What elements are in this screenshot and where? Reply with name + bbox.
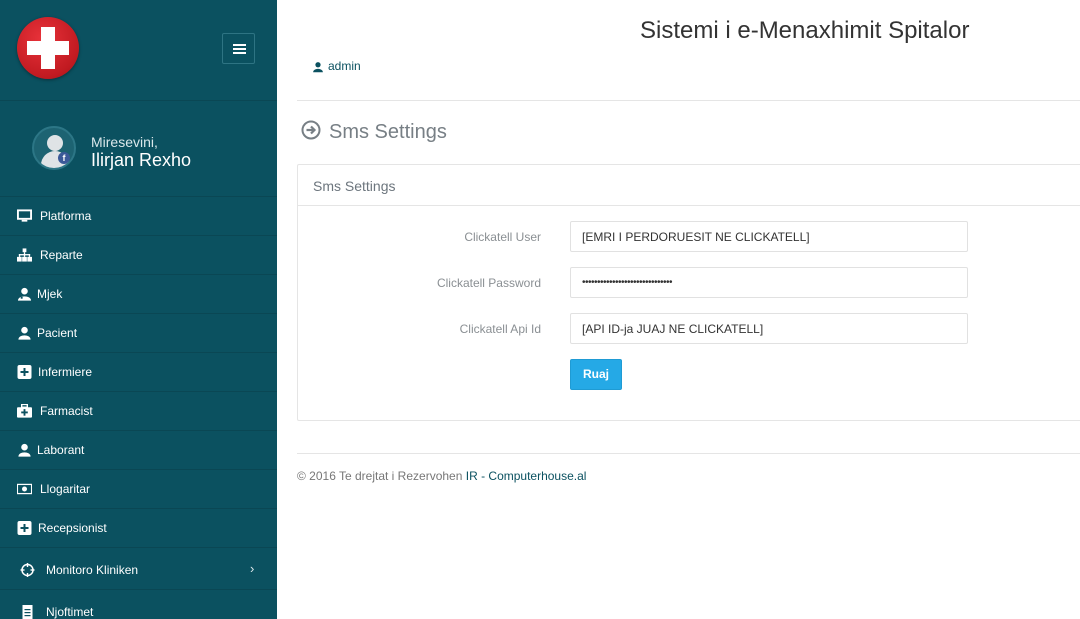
user-name: Ilirjan Rexho	[91, 150, 192, 170]
admin-label: admin	[328, 59, 361, 73]
save-button[interactable]: Ruaj	[570, 359, 622, 390]
admin-user-link[interactable]: admin	[312, 59, 361, 73]
chevron-right-icon: ›	[250, 561, 255, 576]
divider	[297, 100, 1080, 101]
sidebar-item-label: Laborant	[37, 443, 85, 457]
clickatell-user-input[interactable]: [EMRI I PERDORUESIT NE CLICKATELL]	[570, 221, 968, 252]
panel-heading: Sms Settings	[298, 165, 1080, 206]
sidebar-item-label: Reparte	[40, 248, 83, 262]
footer-copyright: © 2016 Te drejtat i Rezervohen	[297, 469, 463, 483]
sidebar-item-label: Pacient	[37, 326, 78, 340]
clickatell-api-id-input[interactable]: [API ID-ja JUAJ NE CLICKATELL]	[570, 313, 968, 344]
sidebar-item-label: Mjek	[37, 287, 63, 301]
sidebar-item-label: Platforma	[40, 209, 92, 223]
sidebar-item-label: Llogaritar	[40, 482, 91, 496]
sidebar-item-njoftimet[interactable]: Njoftimet	[0, 589, 277, 619]
divider	[297, 453, 1080, 454]
menu-toggle-button[interactable]	[222, 33, 255, 64]
sidebar-item-farmacist[interactable]: Farmacist	[0, 391, 277, 430]
sidebar-item-label: Njoftimet	[46, 605, 94, 619]
user-profile: f Miresevini, Ilirjan Rexho	[32, 126, 272, 186]
plus-square-icon	[17, 521, 32, 535]
sidebar-item-label: Farmacist	[40, 404, 93, 418]
page-title: Sms Settings	[301, 120, 447, 144]
file-icon	[22, 605, 33, 619]
main-content: Sistemi i e-Menaxhimit Spitalor admin Sm…	[277, 0, 1080, 619]
sidebar-item-monitoro-kliniken[interactable]: Monitoro Kliniken ›	[0, 547, 277, 589]
sms-settings-panel: Sms Settings Clickatell User [EMRI I PER…	[297, 164, 1080, 421]
footer-link[interactable]: IR - Computerhouse.al	[466, 469, 587, 483]
sidebar-item-pacient[interactable]: Pacient	[0, 313, 277, 352]
app-title: Sistemi i e-Menaxhimit Spitalor	[640, 17, 970, 44]
sidebar-item-mjek[interactable]: Mjek	[0, 274, 277, 313]
sidebar: f Miresevini, Ilirjan Rexho Platforma Re…	[0, 0, 277, 619]
page-title-text: Sms Settings	[329, 121, 447, 143]
arrow-circle-right-icon	[301, 120, 321, 140]
user-icon	[18, 326, 31, 340]
plus-square-icon	[17, 365, 32, 379]
hospital-cross-logo[interactable]	[17, 17, 79, 79]
field-label: Clickatell Password	[436, 276, 541, 290]
form-row-clickatell-api-id: Clickatell Api Id [API ID-ja JUAJ NE CLI…	[298, 313, 1080, 345]
sidebar-item-infermiere[interactable]: Infermiere	[0, 352, 277, 391]
sidebar-item-reparte[interactable]: Reparte	[0, 235, 277, 274]
sidebar-item-llogaritar[interactable]: Llogaritar	[0, 469, 277, 508]
avatar[interactable]: f	[32, 126, 76, 170]
medkit-icon	[17, 404, 32, 418]
form-row-clickatell-user: Clickatell User [EMRI I PERDORUESIT NE C…	[298, 221, 1080, 253]
sidebar-item-label: Recepsionist	[38, 521, 107, 535]
sidebar-item-label: Infermiere	[38, 365, 93, 379]
sidebar-item-label: Monitoro Kliniken	[46, 563, 139, 577]
clickatell-password-input[interactable]: ••••••••••••••••••••••••••••••	[570, 267, 968, 298]
field-label: Clickatell User	[464, 230, 541, 244]
money-icon	[17, 483, 32, 495]
greeting-text: Miresevini,	[91, 134, 158, 150]
sitemap-icon	[17, 248, 32, 262]
sidebar-item-platforma[interactable]: Platforma	[0, 196, 277, 235]
facebook-icon: f	[58, 152, 70, 164]
user-md-icon	[17, 287, 32, 301]
crosshair-icon	[20, 563, 35, 577]
sidebar-nav: Platforma Reparte Mjek Pacient Infermier…	[0, 196, 277, 619]
user-icon	[313, 61, 323, 73]
sidebar-item-recepsionist[interactable]: Recepsionist	[0, 508, 277, 547]
footer: © 2016 Te drejtat i Rezervohen IR - Comp…	[297, 469, 586, 483]
sidebar-item-laborant[interactable]: Laborant	[0, 430, 277, 469]
user-icon	[18, 443, 31, 457]
divider	[0, 100, 277, 101]
monitor-icon	[17, 209, 32, 222]
field-label: Clickatell Api Id	[459, 322, 541, 336]
form-row-clickatell-password: Clickatell Password ••••••••••••••••••••…	[298, 267, 1080, 299]
